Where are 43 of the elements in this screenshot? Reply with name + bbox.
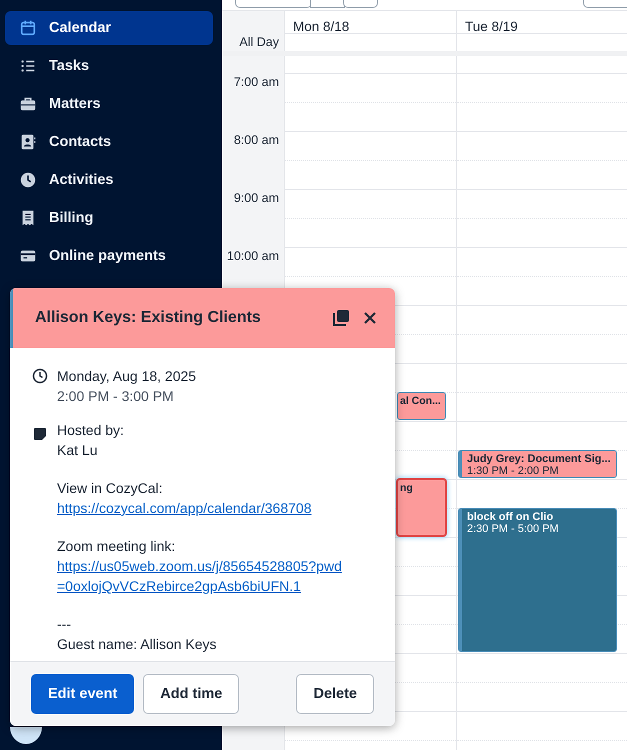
sidebar-item[interactable]: Billing	[5, 201, 213, 235]
clock-icon	[19, 171, 37, 189]
description-text: Kat Lu	[57, 441, 98, 460]
help-icon[interactable]	[10, 727, 42, 744]
day-header: Tue 8/19	[456, 11, 627, 34]
event-date: Monday, Aug 18, 2025	[57, 367, 196, 386]
link[interactable]: https://us05web.zoom.us/j/85654528805?pwd=0oxlojQvVCzRebirce2gpAsb6biUFN.1	[57, 556, 347, 596]
description-text: Zoom meeting link:	[57, 537, 176, 556]
description-text: ---	[57, 615, 72, 634]
day-header: Mon 8/18	[284, 11, 456, 34]
description-text: Hosted by:	[57, 421, 125, 440]
all-day-label: All Day	[222, 33, 284, 51]
time-label: 10:00 am	[226, 249, 279, 263]
note-icon	[32, 426, 48, 442]
sidebar-item[interactable]: Online payments	[5, 239, 213, 273]
action-button[interactable]: Edit event	[31, 674, 134, 714]
time-label: 9:00 am	[234, 191, 279, 205]
clock-icon	[32, 368, 48, 384]
sidebar-item[interactable]: Calendar	[5, 11, 213, 45]
time-label: 8:00 am	[234, 133, 279, 147]
event-time: 2:00 PM - 3:00 PM	[57, 387, 175, 406]
copy-icon[interactable]	[331, 308, 351, 328]
sidebar-item[interactable]: Matters	[5, 87, 213, 121]
sidebar-item[interactable]: Activities	[5, 163, 213, 197]
action-button[interactable]: Delete	[296, 674, 374, 714]
all-day-slot[interactable]	[456, 33, 627, 51]
description-text: View in CozyCal:	[57, 479, 164, 498]
time-label: 7:00 am	[234, 75, 279, 89]
calendar-icon	[19, 19, 37, 37]
all-day-slot[interactable]	[284, 33, 456, 51]
event-title: Allison Keys: Existing Clients	[35, 309, 262, 327]
description-text: Guest name: Allison Keys	[57, 635, 218, 654]
briefcase-icon	[19, 95, 37, 113]
contact-icon	[19, 133, 37, 151]
link[interactable]: https://cozycal.com/app/calendar/368708	[57, 498, 347, 518]
calendar-event[interactable]: al Con...	[397, 392, 446, 420]
calendar-event[interactable]: block off on Clio 2:30 PM - 5:00 PM	[458, 508, 617, 652]
calendar-event[interactable]: ng	[397, 479, 446, 536]
sidebar-item[interactable]: Tasks	[5, 49, 213, 83]
action-button[interactable]: Add time	[143, 674, 240, 714]
sidebar-item[interactable]: Contacts	[5, 125, 213, 159]
close-icon[interactable]	[363, 311, 377, 325]
calendar-event[interactable]: Judy Grey: Document Sig... 1:30 PM - 2:00 PM	[458, 450, 617, 478]
